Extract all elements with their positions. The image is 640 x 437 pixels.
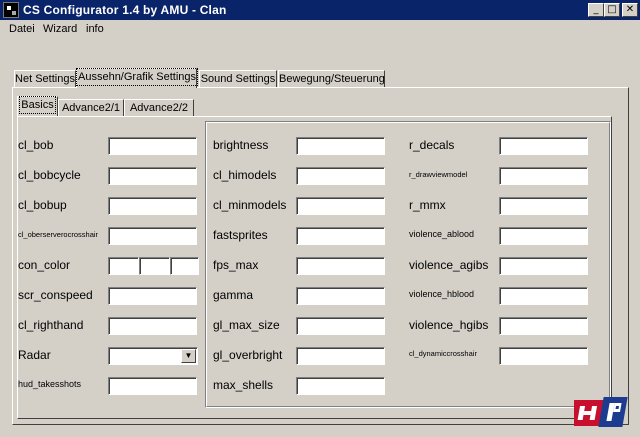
tab-sound-settings[interactable]: Sound Settings: [199, 70, 277, 88]
window-title: CS Configurator 1.4 by AMU - Clan: [23, 3, 227, 17]
label-brightness: brightness: [213, 138, 269, 152]
menu-datei[interactable]: Datei: [9, 23, 35, 35]
label-scr-conspeed: scr_conspeed: [18, 288, 93, 302]
con-color-b-input[interactable]: [170, 257, 199, 275]
tab-net-settings[interactable]: Net Settings: [14, 70, 76, 88]
con-color-r-input[interactable]: [108, 257, 139, 275]
r-mmx-input[interactable]: [499, 197, 588, 215]
tab-basics[interactable]: Basics: [17, 96, 58, 116]
label-cl-bobup: cl_bobup: [18, 198, 67, 212]
cl-dynamiccrosshair-input[interactable]: [499, 347, 588, 365]
cl-minmodels-input[interactable]: [296, 197, 385, 215]
label-cl-oberserverocrosshair: cl_oberserverocrosshair: [18, 230, 99, 239]
cl-righthand-input[interactable]: [108, 317, 197, 335]
brightness-input[interactable]: [296, 137, 385, 155]
minimize-button[interactable]: _: [588, 3, 604, 17]
label-cl-himodels: cl_himodels: [213, 168, 277, 182]
r-decals-input[interactable]: [499, 137, 588, 155]
gl-max-size-input[interactable]: [296, 317, 385, 335]
label-hud-takesshots: hud_takesshots: [18, 379, 82, 389]
maximize-button[interactable]: □: [604, 3, 620, 17]
label-fastsprites: fastsprites: [213, 228, 268, 242]
fastsprites-input[interactable]: [296, 227, 385, 245]
con-color-g-input[interactable]: [139, 257, 170, 275]
menu-wizard[interactable]: Wizard: [43, 23, 77, 35]
label-cl-bob: cl_bob: [18, 138, 54, 152]
label-violence-ablood: violence_ablood: [409, 229, 475, 239]
cl-bobcycle-input[interactable]: [108, 167, 197, 185]
label-cl-minmodels: cl_minmodels: [213, 198, 287, 212]
scr-conspeed-input[interactable]: [108, 287, 197, 305]
r-drawviewmodel-input[interactable]: [499, 167, 588, 185]
hud-takesshots-input[interactable]: [108, 377, 197, 395]
title-bar: CS Configurator 1.4 by AMU - Clan _ □ ✕: [0, 0, 640, 20]
tab-advance2-2[interactable]: Advance2/2: [124, 99, 194, 117]
label-r-drawviewmodel: r_drawviewmodel: [409, 170, 468, 179]
label-r-mmx: r_mmx: [409, 198, 446, 212]
label-cl-righthand: cl_righthand: [18, 318, 84, 332]
chevron-down-icon[interactable]: ▼: [181, 349, 196, 363]
radar-dropdown[interactable]: ▼: [108, 347, 198, 365]
label-violence-hgibs: violence_hgibs: [409, 318, 489, 332]
label-gl-overbright: gl_overbright: [213, 348, 283, 362]
label-gl-max-size: gl_max_size: [213, 318, 280, 332]
label-fps-max: fps_max: [213, 258, 259, 272]
violence-hgibs-input[interactable]: [499, 317, 588, 335]
label-max-shells: max_shells: [213, 378, 274, 392]
label-radar: Radar: [18, 348, 51, 362]
gamma-input[interactable]: [296, 287, 385, 305]
menu-bar: Datei Wizard info: [0, 20, 640, 38]
tab-advance2-1[interactable]: Advance2/1: [58, 99, 124, 117]
app-icon[interactable]: [3, 2, 19, 18]
label-r-decals: r_decals: [409, 138, 455, 152]
cl-bobup-input[interactable]: [108, 197, 197, 215]
menu-info[interactable]: info: [86, 23, 104, 35]
cl-bob-input[interactable]: [108, 137, 197, 155]
cl-himodels-input[interactable]: [296, 167, 385, 185]
label-cl-bobcycle: cl_bobcycle: [18, 168, 81, 182]
watermark-logo: [574, 397, 628, 427]
violence-hblood-input[interactable]: [499, 287, 588, 305]
label-violence-agibs: violence_agibs: [409, 258, 489, 272]
tab-bewegung-steuerung[interactable]: Bewegung/Steuerung: [278, 70, 385, 88]
label-gamma: gamma: [213, 288, 254, 302]
violence-agibs-input[interactable]: [499, 257, 588, 275]
fps-max-input[interactable]: [296, 257, 385, 275]
label-violence-hblood: violence_hblood: [409, 289, 475, 299]
violence-ablood-input[interactable]: [499, 227, 588, 245]
label-con-color: con_color: [18, 258, 71, 272]
gl-overbright-input[interactable]: [296, 347, 385, 365]
tab-aussehn-grafik-settings[interactable]: Aussehn/Grafik Settings: [75, 68, 199, 88]
max-shells-input[interactable]: [296, 377, 385, 395]
label-cl-dynamiccrosshair: cl_dynamiccrosshair: [409, 349, 477, 358]
close-button[interactable]: ✕: [622, 3, 638, 17]
cl-oberserverocrosshair-input[interactable]: [108, 227, 197, 245]
